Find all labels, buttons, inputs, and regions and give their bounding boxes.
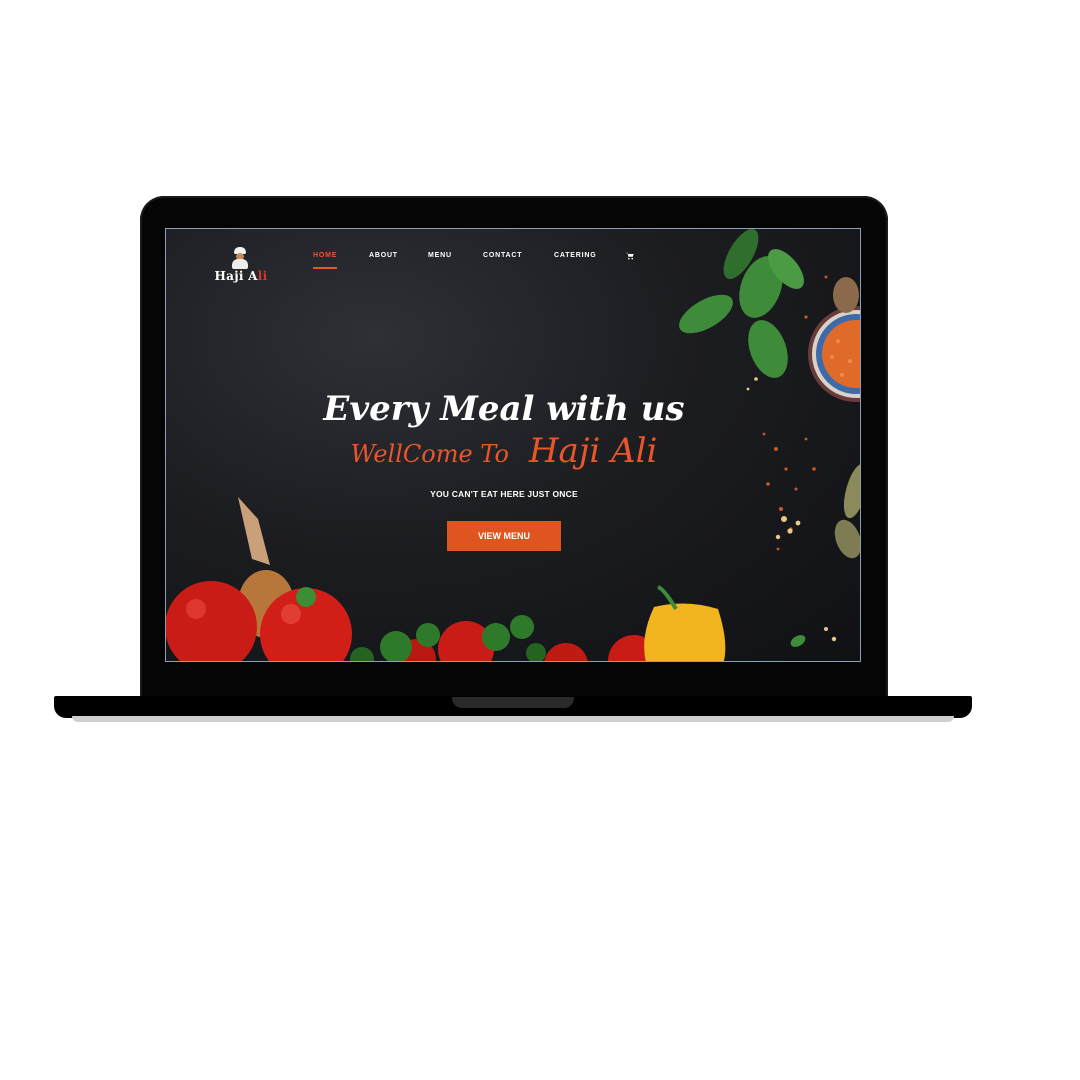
hero-headline: Every Meal with us — [323, 389, 685, 429]
hero-tagline: YOU CAN'T EAT HERE JUST ONCE — [430, 489, 578, 499]
nav-item-catering[interactable]: CATERING — [554, 252, 596, 259]
pestle-icon — [833, 277, 859, 313]
laptop-screen: Haji Ali HOME ABOUT MENU CONTACT CATERIN… — [165, 228, 861, 662]
nav-item-menu[interactable]: MENU — [428, 252, 452, 259]
tomato-icon — [166, 581, 660, 661]
nav-active-underline — [313, 267, 337, 269]
laptop-notch — [452, 697, 574, 708]
nav-item-home[interactable]: HOME — [313, 252, 337, 259]
laptop-base-shadow — [72, 716, 954, 722]
nav-item-about[interactable]: ABOUT — [369, 252, 398, 259]
lentil-bowl-icon — [808, 306, 860, 402]
nav-item-contact[interactable]: CONTACT — [483, 252, 522, 259]
view-menu-button[interactable]: VIEW MENU — [447, 521, 561, 551]
hero-subheadline: WellCome To Haji Ali — [166, 431, 842, 471]
hero-brand-text: Haji Ali — [528, 431, 658, 471]
mockup-stage: Haji Ali HOME ABOUT MENU CONTACT CATERIN… — [0, 0, 1080, 1080]
cart-icon[interactable] — [626, 252, 634, 260]
pepper-icon — [644, 585, 726, 661]
hero-welcome-text: WellCome To — [350, 440, 509, 468]
main-nav: HOME ABOUT MENU CONTACT CATERING — [166, 252, 860, 272]
